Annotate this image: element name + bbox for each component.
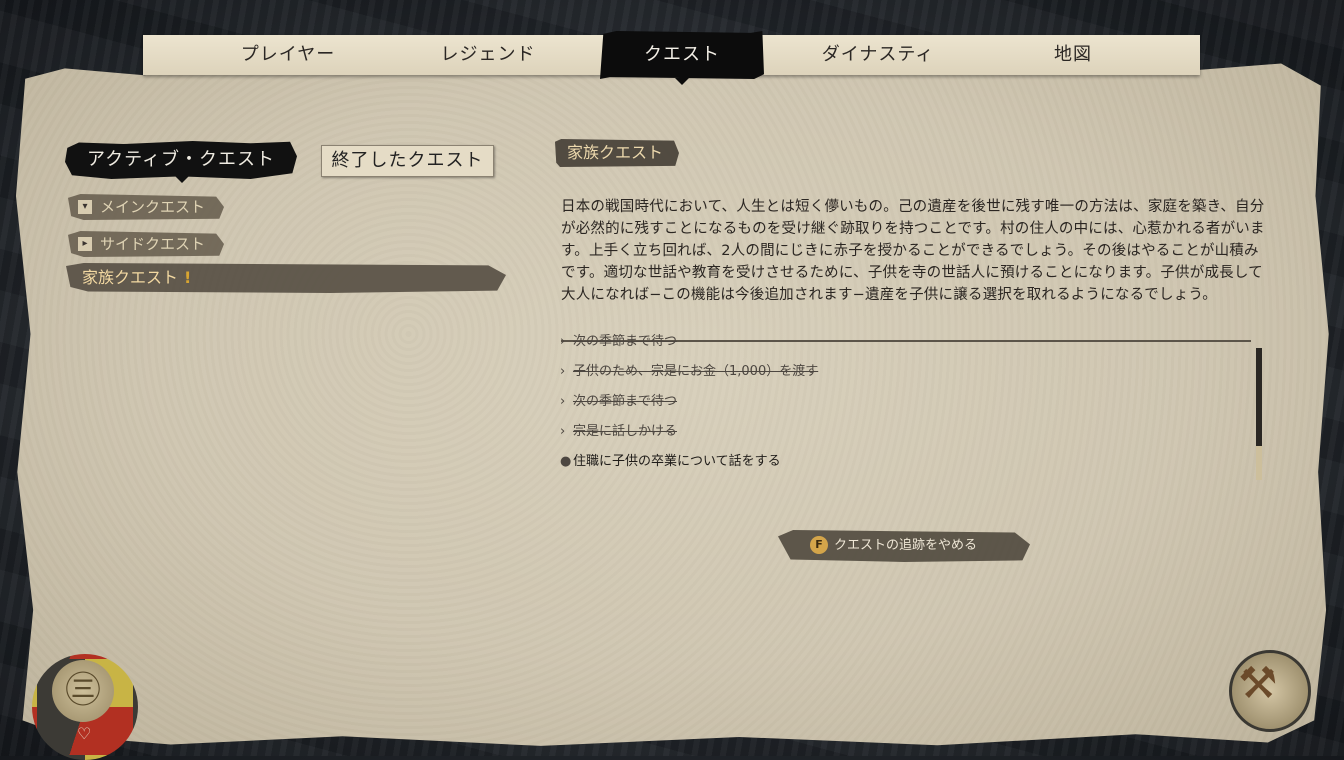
heart-icon: ♡ (77, 724, 92, 743)
chevron-right-icon: › (560, 334, 566, 349)
quest-description: 日本の戦国時代において、人生とは短く儚いもの。己の遺産を後世に残す唯一の方法は、… (561, 199, 1265, 303)
tab-quest[interactable]: クエスト (600, 31, 764, 79)
chevron-right-icon: ▸ (78, 237, 92, 251)
tab-legend[interactable]: レジェンド (393, 35, 583, 75)
objective-item: › 宗是に話しかける (560, 422, 677, 442)
quest-item-family[interactable]: 家族クエスト! (66, 263, 506, 293)
subtab-active-quests[interactable]: アクティブ・クエスト (65, 141, 297, 179)
objective-list[interactable]: › 次の季節まで待つ › 子供のため、宗是にお金（1,000）を渡す › 次の季節まで… (560, 334, 1240, 479)
category-side-quests[interactable]: ▸ サイドクエスト (68, 231, 224, 257)
key-f-icon: F (810, 536, 828, 554)
tab-dynasty[interactable]: ダイナスティ (783, 35, 973, 75)
stop-tracking-button[interactable]: F クエストの追跡をやめる (778, 530, 1030, 562)
tab-map[interactable]: 地図 (978, 35, 1168, 75)
axe-icon: ⚒ (1238, 658, 1278, 709)
exclamation-icon: ! (184, 268, 192, 287)
bullet-icon: ● (560, 454, 572, 469)
category-label: メインクエスト (100, 198, 206, 216)
scrollbar-thumb[interactable] (1256, 446, 1262, 480)
chevron-down-icon: ▾ (78, 200, 92, 214)
clan-emblem-icon: ㊂ (52, 660, 114, 722)
category-label: サイドクエスト (100, 235, 206, 253)
tab-player[interactable]: プレイヤー (193, 35, 383, 75)
objective-item: › 子供のため、宗是にお金（1,000）を渡す (560, 362, 818, 382)
objective-item: › 次の季節まで待つ (560, 334, 677, 352)
quest-title: 家族クエスト (555, 139, 679, 167)
chevron-right-icon: › (560, 394, 566, 409)
quest-item-label: 家族クエスト (82, 268, 179, 287)
subtab-finished-quests[interactable]: 終了したクエスト (321, 145, 494, 177)
active-tab-pointer (675, 78, 689, 85)
category-main-quests[interactable]: ▾ メインクエスト (68, 194, 224, 220)
subtab-pointer (175, 176, 189, 183)
top-tab-bar: プレイヤー レジェンド クエスト ダイナスティ 地図 (143, 31, 1200, 79)
objective-item: › 次の季節まで待つ (560, 392, 677, 412)
objective-item-current: ● 住職に子供の卒業について話をする (560, 452, 781, 472)
chevron-right-icon: › (560, 424, 566, 439)
stop-tracking-label: クエストの追跡をやめる (834, 538, 978, 553)
chevron-right-icon: › (560, 364, 566, 379)
